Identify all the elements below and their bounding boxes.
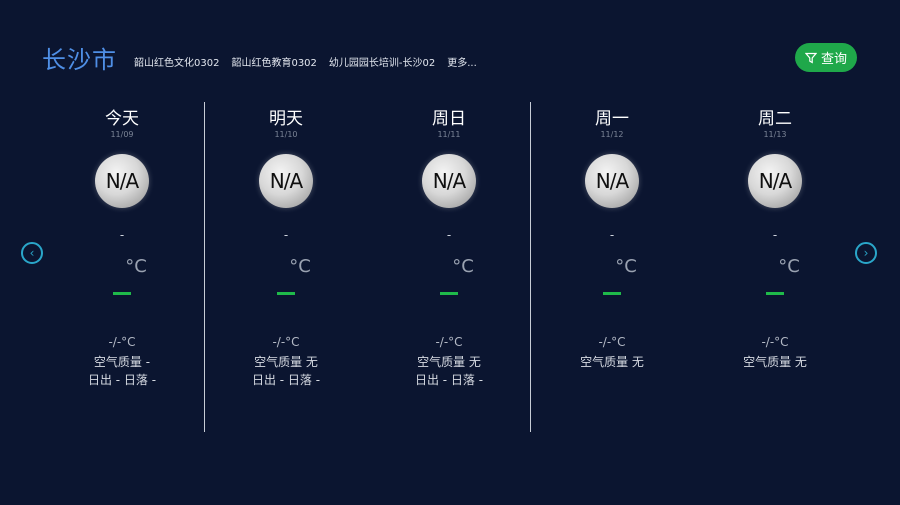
chevron-left-icon: ‹ xyxy=(29,246,35,260)
temp-bar xyxy=(603,292,621,295)
weather-icon: N/A xyxy=(422,154,476,208)
forecast-day: 周日 11/11 N/A - °C -/-°C 空气质量 无 日出 - 日落 - xyxy=(369,100,529,389)
temp-unit: °C xyxy=(615,256,637,277)
forecast-day: 周一 11/12 N/A - °C -/-°C 空气质量 无 xyxy=(532,100,692,389)
weather-icon: N/A xyxy=(748,154,802,208)
divider xyxy=(530,102,531,432)
day-name: 周日 xyxy=(432,109,466,129)
day-date: 11/10 xyxy=(274,130,298,139)
day-date: 11/13 xyxy=(763,130,787,139)
temp-range: -/-°C xyxy=(435,335,463,349)
weather-icon: N/A xyxy=(95,154,149,208)
air-quality: 空气质量 无 xyxy=(417,355,481,369)
query-label: 查询 xyxy=(820,52,847,67)
day-date: 11/09 xyxy=(110,130,134,139)
sunrise-sunset xyxy=(695,371,855,389)
forecast-day: 明天 11/10 N/A - °C -/-°C 空气质量 无 日出 - 日落 - xyxy=(206,100,366,389)
weather-text: - xyxy=(283,228,289,242)
forecast-day: 周二 11/13 N/A - °C -/-°C 空气质量 无 xyxy=(695,100,855,389)
query-button[interactable]: 查询 xyxy=(795,43,857,72)
weather-icon: N/A xyxy=(259,154,313,208)
air-quality: 空气质量 - xyxy=(93,355,151,369)
air-quality: 空气质量 无 xyxy=(580,355,644,369)
day-name: 周一 xyxy=(595,109,629,129)
temp-range: -/-°C xyxy=(108,335,136,349)
weather-text: - xyxy=(119,228,125,242)
forecast-day: 今天 11/09 N/A - °C -/-°C 空气质量 - 日出 - 日落 - xyxy=(42,100,202,389)
day-name: 今天 xyxy=(105,109,139,129)
air-quality: 空气质量 无 xyxy=(743,355,807,369)
location-tags: 韶山红色文化0302 韶山红色教育0302 幼儿园园长培训-长沙02 更多... xyxy=(134,54,477,69)
next-arrow-button[interactable]: › xyxy=(855,242,877,264)
temp-unit: °C xyxy=(289,256,311,277)
city-title[interactable]: 长沙市 xyxy=(42,40,117,75)
weather-text: - xyxy=(772,228,778,242)
sunrise-sunset: 日出 - 日落 - xyxy=(87,373,157,387)
temp-range: -/-°C xyxy=(761,335,789,349)
temp-unit: °C xyxy=(125,256,147,277)
weather-text: - xyxy=(446,228,452,242)
weather-text: - xyxy=(609,228,615,242)
tag-item[interactable]: 韶山红色文化0302 xyxy=(134,54,219,69)
day-name: 明天 xyxy=(269,109,303,129)
sunrise-sunset xyxy=(532,371,692,389)
day-date: 11/11 xyxy=(437,130,461,139)
prev-arrow-button[interactable]: ‹ xyxy=(21,242,43,264)
weather-icon: N/A xyxy=(585,154,639,208)
temp-bar xyxy=(113,292,131,295)
temp-range: -/-°C xyxy=(272,335,300,349)
sunrise-sunset: 日出 - 日落 - xyxy=(414,373,484,387)
sunrise-sunset: 日出 - 日落 - xyxy=(251,373,321,387)
temp-unit: °C xyxy=(452,256,474,277)
more-link[interactable]: 更多... xyxy=(447,54,477,69)
tag-item[interactable]: 幼儿园园长培训-长沙02 xyxy=(329,54,435,69)
day-name: 周二 xyxy=(758,109,792,129)
tag-item[interactable]: 韶山红色教育0302 xyxy=(231,54,316,69)
filter-icon xyxy=(804,52,817,64)
temp-bar xyxy=(440,292,458,295)
chevron-right-icon: › xyxy=(863,246,869,260)
header: 长沙市 韶山红色文化0302 韶山红色教育0302 幼儿园园长培训-长沙02 更… xyxy=(0,0,900,100)
temp-range: -/-°C xyxy=(598,335,626,349)
day-date: 11/12 xyxy=(600,130,624,139)
air-quality: 空气质量 无 xyxy=(254,355,318,369)
temp-unit: °C xyxy=(778,256,800,277)
temp-bar xyxy=(277,292,295,295)
divider xyxy=(204,102,205,432)
temp-bar xyxy=(766,292,784,295)
